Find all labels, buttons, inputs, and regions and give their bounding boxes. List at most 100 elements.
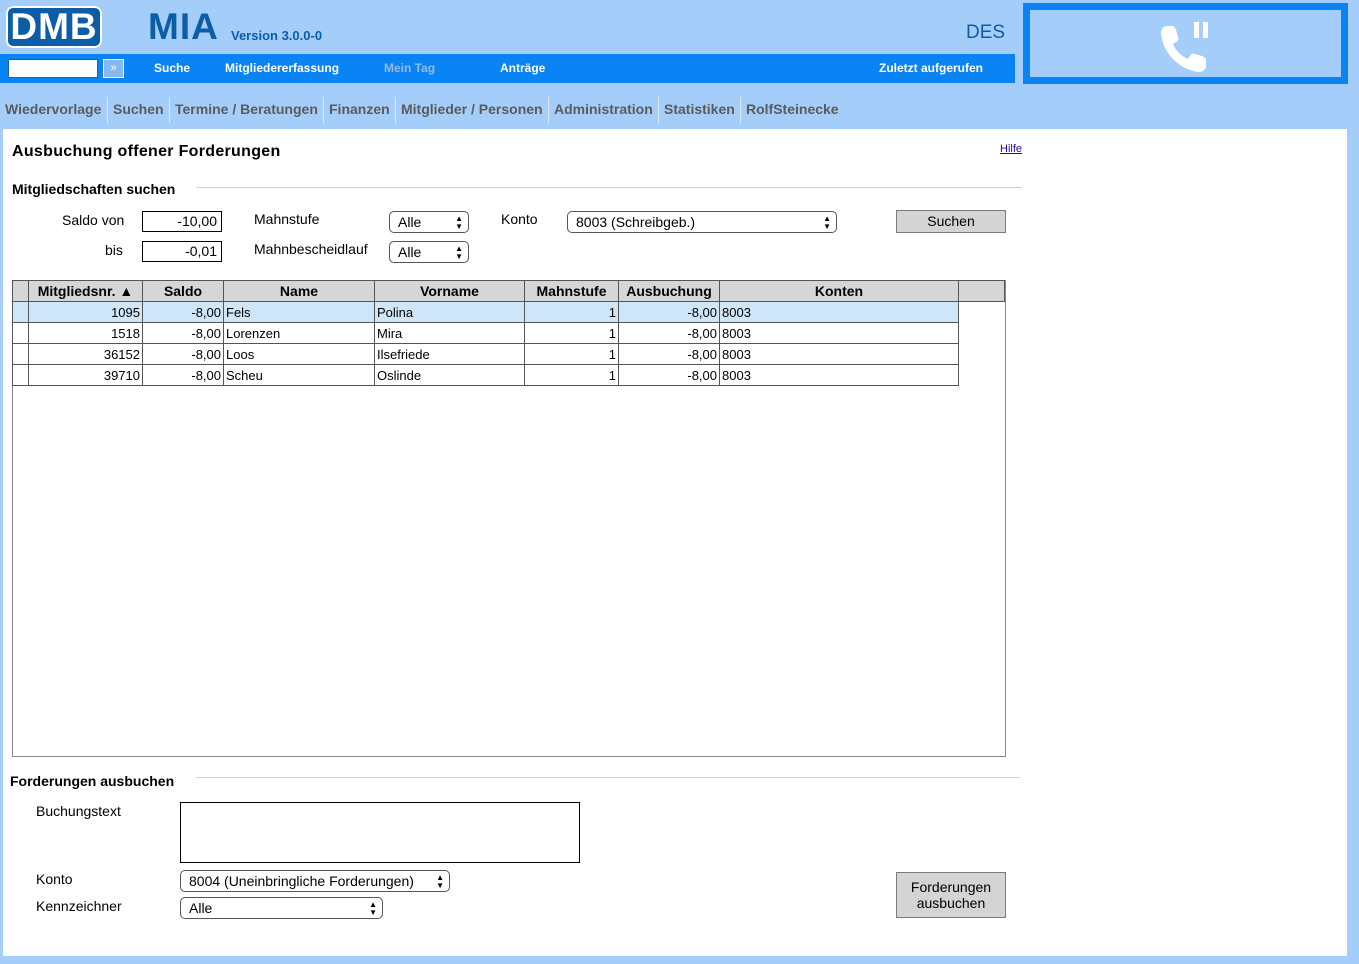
cell-saldo: -8,00 xyxy=(142,343,224,365)
section-divider xyxy=(196,777,1020,778)
bis-label: bis xyxy=(105,242,123,258)
forderungen-ausbuchen-button[interactable]: Forderungen ausbuchen xyxy=(896,872,1006,918)
menu-statistiken[interactable]: Statistiken xyxy=(664,101,735,117)
menu-divider xyxy=(169,97,170,123)
quick-search-input[interactable] xyxy=(8,59,98,78)
nav-link-antraege[interactable]: Anträge xyxy=(500,61,545,75)
konto-label: Konto xyxy=(501,211,538,227)
cell-konten: 8003 xyxy=(719,301,959,323)
cell-vorname: Mira xyxy=(374,322,525,344)
row-header[interactable] xyxy=(12,364,29,386)
cell-konten: 8003 xyxy=(719,343,959,365)
saldo-von-input[interactable]: -10,00 xyxy=(142,211,222,232)
table-row[interactable]: 39710 -8,00 Scheu Oslinde 1 -8,00 8003 xyxy=(12,364,1005,386)
phone-panel[interactable] xyxy=(1023,3,1348,84)
quick-search-go-button[interactable]: » xyxy=(103,59,124,78)
menu-divider xyxy=(740,97,741,123)
column-header-filler xyxy=(958,280,1005,302)
column-header-mahnstufe[interactable]: Mahnstufe xyxy=(524,280,619,302)
nav-link-mitgliedererfassung[interactable]: Mitgliedererfassung xyxy=(225,61,339,75)
mahnbescheidlauf-label: Mahnbescheidlauf xyxy=(254,241,368,257)
menu-divider xyxy=(395,97,396,123)
nav-link-zuletzt-aufgerufen[interactable]: Zuletzt aufgerufen xyxy=(879,61,983,75)
mahnstufe-label: Mahnstufe xyxy=(254,211,320,227)
kennzeichner-label: Kennzeichner xyxy=(36,898,122,914)
page-title: Ausbuchung offener Forderungen xyxy=(12,143,281,160)
user-code: DES xyxy=(966,22,1006,43)
menu-administration[interactable]: Administration xyxy=(554,101,653,117)
nav-link-suche[interactable]: Suche xyxy=(154,61,190,75)
version-label: Version 3.0.0-0 xyxy=(231,28,323,43)
menu-wiedervorlage[interactable]: Wiedervorlage xyxy=(5,101,101,117)
button-label-line: ausbuchen xyxy=(916,895,986,911)
mia-logo: MIA xyxy=(148,6,219,47)
mahnbescheidlauf-select[interactable]: Alle ▲ ▼ xyxy=(389,241,469,263)
column-header-vorname[interactable]: Vorname xyxy=(374,280,525,302)
select-arrows-icon: ▲ ▼ xyxy=(823,214,831,231)
row-header[interactable] xyxy=(12,343,29,365)
select-arrows-icon: ▲ ▼ xyxy=(436,873,444,890)
mahnbescheidlauf-select-value: Alle xyxy=(398,244,422,260)
cell-ausbuchung[interactable]: -8,00 xyxy=(618,343,720,365)
section-divider xyxy=(196,187,1022,188)
menu-finanzen[interactable]: Finanzen xyxy=(329,101,390,117)
mahnstufe-select[interactable]: Alle ▲ ▼ xyxy=(389,211,469,233)
cell-konten: 8003 xyxy=(719,322,959,344)
cell-ausbuchung[interactable]: -8,00 xyxy=(618,322,720,344)
menu-divider xyxy=(107,97,108,123)
menu-suchen[interactable]: Suchen xyxy=(113,101,164,117)
buchungstext-textarea[interactable] xyxy=(180,802,580,863)
kennzeichner-select-value: Alle xyxy=(189,900,213,916)
table-header-row: Mitgliedsnr. ▲ Saldo Name Vorname Mahnst… xyxy=(12,280,1005,302)
row-header[interactable] xyxy=(12,301,29,323)
cell-mahnstufe: 1 xyxy=(524,322,619,344)
cell-name: Loos xyxy=(223,343,375,365)
cell-konten: 8003 xyxy=(719,364,959,386)
booking-section-title: Forderungen ausbuchen xyxy=(10,773,175,789)
row-header-corner xyxy=(12,280,29,302)
cell-mahnstufe: 1 xyxy=(524,364,619,386)
menu-termine-beratungen[interactable]: Termine / Beratungen xyxy=(175,101,318,117)
cell-saldo: -8,00 xyxy=(142,364,224,386)
table-row[interactable]: 36152 -8,00 Loos Ilsefriede 1 -8,00 8003 xyxy=(12,343,1005,365)
saldo-von-label: Saldo von xyxy=(62,212,125,228)
table-row[interactable]: 1518 -8,00 Lorenzen Mira 1 -8,00 8003 xyxy=(12,322,1005,344)
column-header-mitgliedsnr[interactable]: Mitgliedsnr. ▲ xyxy=(28,280,143,302)
buchungstext-label: Buchungstext xyxy=(36,803,121,819)
cell-mitgliedsnr: 39710 xyxy=(28,364,143,386)
menu-divider xyxy=(548,97,549,123)
column-header-saldo[interactable]: Saldo xyxy=(142,280,224,302)
column-header-name[interactable]: Name xyxy=(223,280,375,302)
kennzeichner-select[interactable]: Alle ▲ ▼ xyxy=(180,897,383,919)
help-link[interactable]: Hilfe xyxy=(1000,143,1022,155)
cell-name: Fels xyxy=(223,301,375,323)
booking-konto-label: Konto xyxy=(36,871,73,887)
menu-mitglieder-personen[interactable]: Mitglieder / Personen xyxy=(401,101,543,117)
cell-ausbuchung[interactable]: -8,00 xyxy=(618,364,720,386)
phone-pause-icon[interactable] xyxy=(1157,20,1213,76)
cell-vorname: Ilsefriede xyxy=(374,343,525,365)
cell-saldo: -8,00 xyxy=(142,301,224,323)
cell-filler xyxy=(959,344,1005,365)
button-label-line: Forderungen xyxy=(910,879,992,895)
nav-link-mein-tag: Mein Tag xyxy=(384,61,436,75)
search-button[interactable]: Suchen xyxy=(896,210,1006,233)
cell-ausbuchung[interactable]: -8,00 xyxy=(618,301,720,323)
konto-select[interactable]: 8003 (Schreibgeb.) ▲ ▼ xyxy=(567,211,837,233)
cell-filler xyxy=(959,365,1005,386)
mahnstufe-select-value: Alle xyxy=(398,214,422,230)
cell-mitgliedsnr: 1095 xyxy=(28,301,143,323)
cell-filler xyxy=(959,323,1005,344)
cell-filler xyxy=(958,301,1005,323)
booking-konto-select[interactable]: 8004 (Uneinbringliche Forderungen) ▲ ▼ xyxy=(180,870,450,892)
search-section-title: Mitgliedschaften suchen xyxy=(12,181,176,197)
cell-mahnstufe: 1 xyxy=(524,301,619,323)
menu-divider xyxy=(658,97,659,123)
column-header-ausbuchung[interactable]: Ausbuchung xyxy=(618,280,720,302)
bis-input[interactable]: -0,01 xyxy=(142,241,222,262)
menu-user[interactable]: RolfSteinecke xyxy=(746,101,839,117)
select-arrows-icon: ▲ ▼ xyxy=(369,900,377,917)
row-header[interactable] xyxy=(12,322,29,344)
column-header-konten[interactable]: Konten xyxy=(719,280,959,302)
table-row[interactable]: 1095 -8,00 Fels Polina 1 -8,00 8003 xyxy=(12,301,1005,323)
